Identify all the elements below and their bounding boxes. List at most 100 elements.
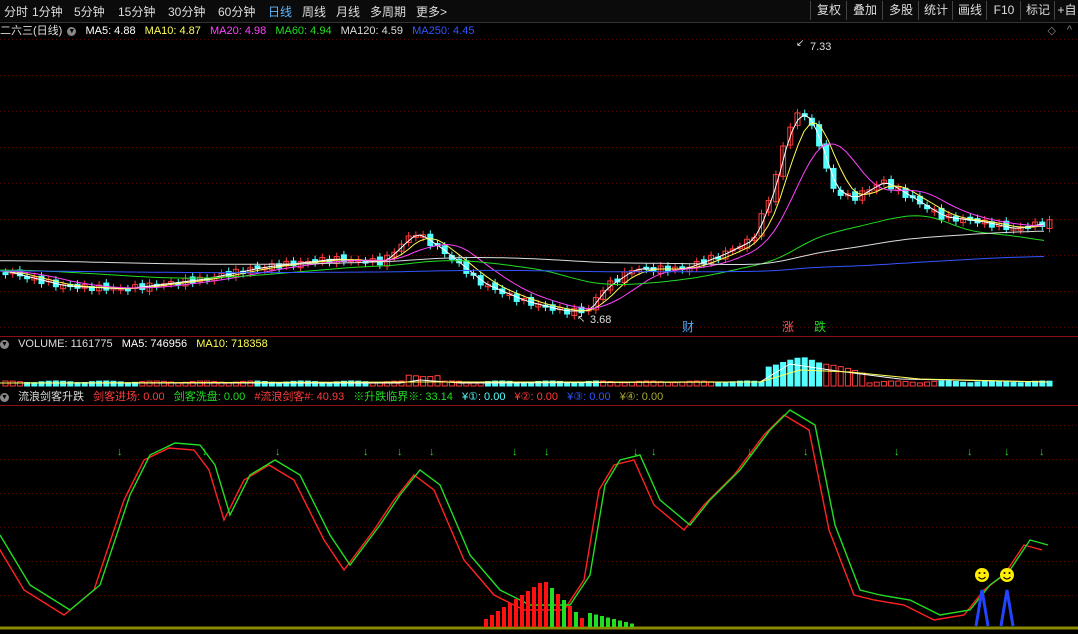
tab-monthly[interactable]: 月线 <box>336 3 360 20</box>
volume-bar <box>873 381 880 387</box>
stats-button[interactable]: 统计 <box>918 1 953 20</box>
down-arrow-icon: ↓ <box>633 446 639 458</box>
tab-30min[interactable]: 30分钟 <box>168 3 205 20</box>
candle-down <box>124 288 131 292</box>
y2-value: ¥②: 0.00 <box>514 391 559 403</box>
ma250-value: MA250: 4.45 <box>412 25 475 37</box>
mark-button[interactable]: 标记 <box>1020 1 1055 20</box>
histogram-bar <box>624 622 628 627</box>
histogram-bar <box>520 595 524 627</box>
volume-bar <box>981 380 988 387</box>
adjust-button[interactable]: 复权 <box>810 1 847 20</box>
volume-bar <box>830 364 837 387</box>
volume-bar <box>621 382 628 387</box>
tab-intraday[interactable]: 分时 <box>4 3 28 20</box>
caret-up-icon[interactable]: ^ <box>1067 24 1072 36</box>
marker-rise: 涨 <box>782 319 794 334</box>
histogram-bar <box>606 617 610 627</box>
volume-bar <box>974 381 981 387</box>
histogram-bar <box>526 591 530 627</box>
volume-bar <box>945 380 952 387</box>
histogram-bar <box>594 614 598 627</box>
y1-value: ¥①: 0.00 <box>461 391 506 403</box>
chevron-down-icon[interactable]: ▼ <box>67 26 77 36</box>
down-arrow-icon: ↓ <box>275 446 281 458</box>
stock-title: 二六三(日线) <box>0 25 63 37</box>
histogram-bar <box>588 613 592 627</box>
tab-more[interactable]: 更多> <box>416 3 447 20</box>
volume-bar <box>96 380 103 387</box>
volume-bar <box>916 382 923 387</box>
smiley-eye <box>978 572 981 574</box>
chevron-down-icon[interactable]: ▼ <box>0 339 9 349</box>
ma120-value: MA120: 4.59 <box>340 25 404 37</box>
volume-bar <box>902 380 909 387</box>
down-arrow-icon: ↓ <box>803 446 809 458</box>
tab-15min[interactable]: 15分钟 <box>118 3 155 20</box>
tab-multi-period[interactable]: 多周期 <box>370 3 406 20</box>
volume-bar <box>571 382 578 387</box>
critical-line <box>0 409 1049 616</box>
y3-value: ¥③: 0.00 <box>567 391 611 403</box>
overlay-button[interactable]: 叠加 <box>846 1 883 20</box>
volume-bar <box>204 380 211 387</box>
diamond-icon[interactable]: ◇ <box>1048 24 1056 37</box>
indicator-chart[interactable]: ↓ ↓ ↓ ↓ ↓ ↓ ↓ ↓ ↓ ↓ ↓ ↓ ↓ ↓ ↓ ↓ <box>0 405 1078 633</box>
indicator-name: 流浪剑客升跌 <box>18 391 85 403</box>
tab-weekly[interactable]: 周线 <box>302 3 326 20</box>
volume-bar <box>254 380 261 387</box>
ma10-value: MA10: 4.87 <box>144 25 201 37</box>
volume-bar <box>1024 381 1031 387</box>
volume-bar <box>405 374 412 387</box>
volume-bar <box>988 380 995 387</box>
enter-value: 剑客进场: 0.00 <box>93 391 165 403</box>
tab-5min[interactable]: 5分钟 <box>74 3 105 20</box>
volume-bar <box>1017 382 1024 387</box>
volume-ma10: MA10: 718358 <box>196 338 268 350</box>
volume-chart[interactable] <box>0 352 1078 388</box>
volume-bar <box>153 380 160 387</box>
tab-daily[interactable]: 日线 <box>268 3 292 20</box>
volume-bar <box>801 357 808 387</box>
indicator-legend: ▼ 流浪剑客升跌 剑客进场: 0.00 剑客洗盘: 0.00 #流浪剑客#: 4… <box>0 389 669 405</box>
price-chart[interactable]: 7.33 ↙ 3.68 ↖ 财 涨 跌 <box>0 39 1078 337</box>
down-arrow-icon: ↓ <box>202 446 208 458</box>
histogram-bar <box>600 616 604 627</box>
smiley-eye <box>1003 572 1006 574</box>
low-arrow-icon: ↖ <box>577 314 585 325</box>
volume-bar <box>722 382 729 387</box>
ma60-value: MA60: 4.94 <box>275 25 332 37</box>
volume-bar <box>895 380 902 387</box>
low-price-label: 3.68 <box>590 314 611 326</box>
chevron-down-icon[interactable]: ▼ <box>0 392 9 402</box>
add-self-button[interactable]: +自 <box>1054 1 1078 20</box>
volume-bar <box>146 380 153 387</box>
draw-button[interactable]: 画线 <box>952 1 987 20</box>
high-price-label: 7.33 <box>810 41 831 53</box>
volume-bar <box>888 380 895 387</box>
volume-bar <box>9 380 16 387</box>
tab-60min[interactable]: 60分钟 <box>218 3 255 20</box>
histogram-bar <box>496 611 500 627</box>
volume-bar <box>960 381 967 387</box>
volume-bar <box>60 380 67 387</box>
down-arrow-icon: ↓ <box>747 446 753 458</box>
ma250-line <box>0 256 1045 274</box>
down-arrow-icon: ↓ <box>544 446 550 458</box>
swordsman-value: #流浪剑客#: 40.93 <box>254 391 345 403</box>
histogram-bar <box>556 594 560 627</box>
volume-bar <box>45 380 52 387</box>
histogram-bar <box>612 619 616 627</box>
signal-stick <box>999 589 1015 627</box>
ma5-value: MA5: 4.88 <box>85 25 136 37</box>
period-toolbar: 分时 1分钟 5分钟 15分钟 30分钟 60分钟 日线 周线 月线 多周期 更… <box>0 0 1078 23</box>
down-arrow-icon: ↓ <box>117 446 123 458</box>
critical-value: ※升跌临界※: 33.14 <box>353 391 453 403</box>
tab-1min[interactable]: 1分钟 <box>32 3 63 20</box>
volume-bar <box>1003 381 1010 387</box>
multi-stock-button[interactable]: 多股 <box>882 1 919 20</box>
smiley-eye <box>1008 572 1011 574</box>
histogram-bar <box>508 603 512 627</box>
volume-value: VOLUME: 1161775 <box>18 338 113 350</box>
f10-button[interactable]: F10 <box>986 1 1021 20</box>
